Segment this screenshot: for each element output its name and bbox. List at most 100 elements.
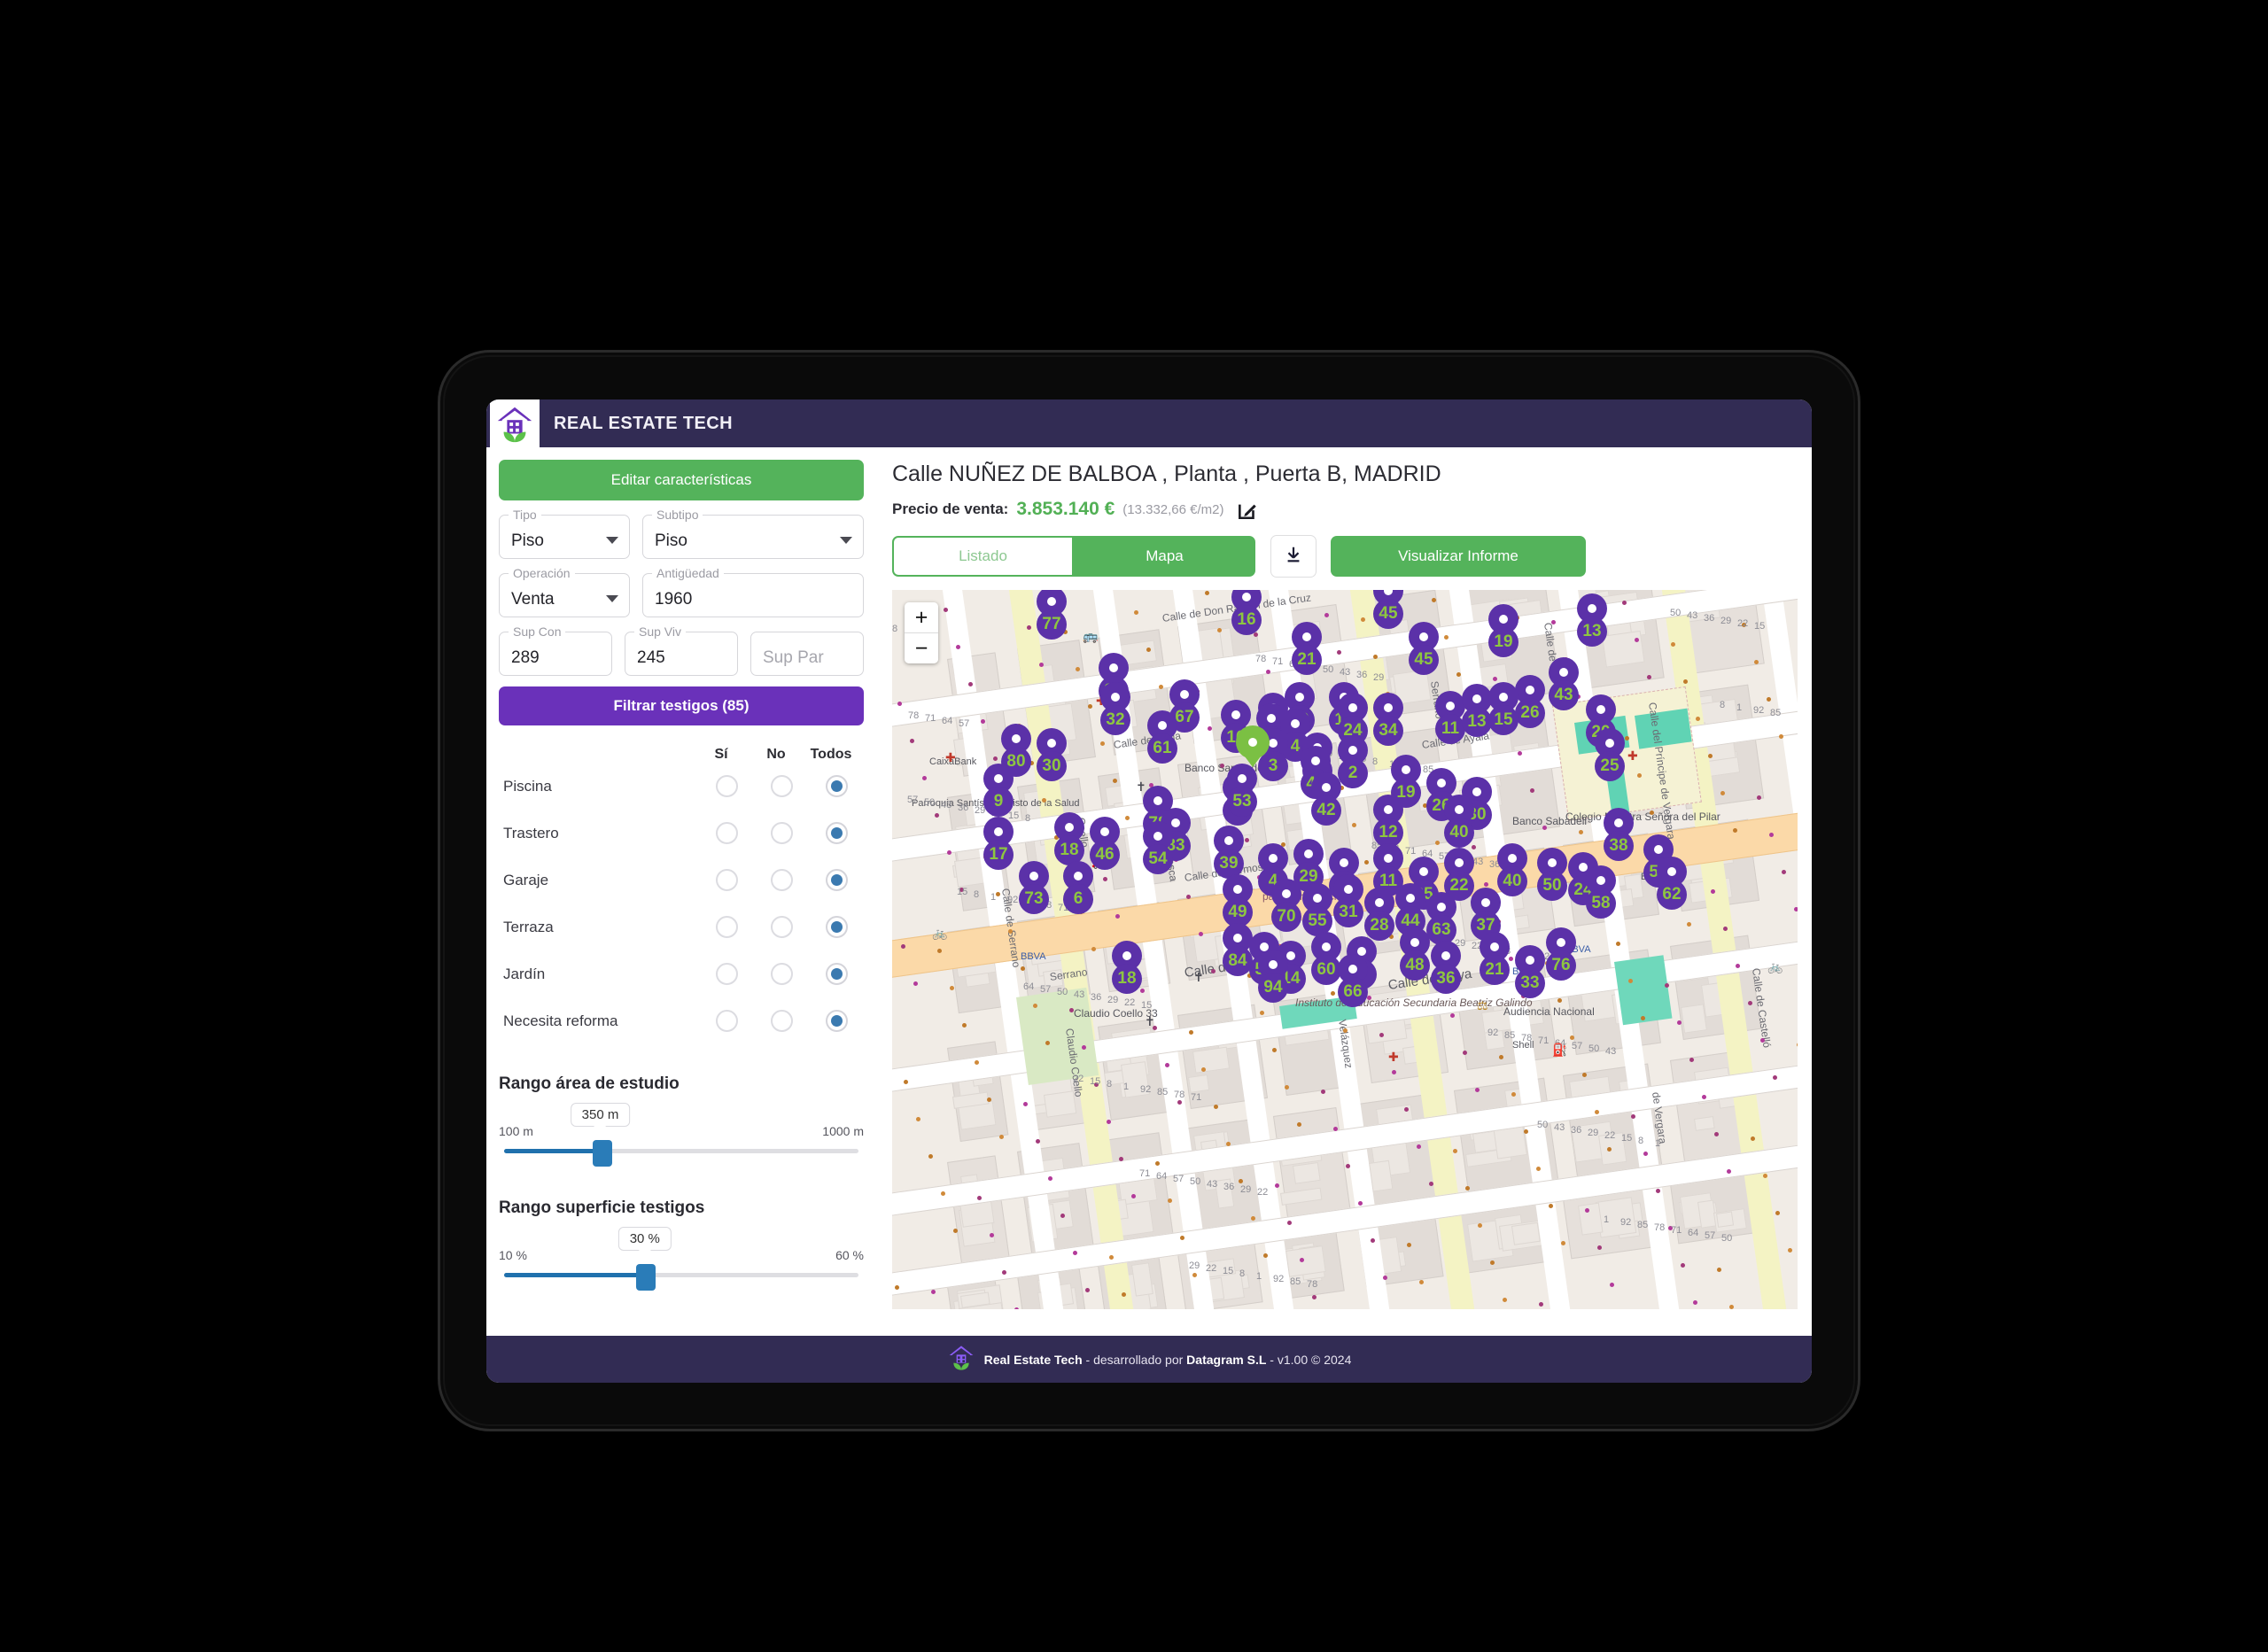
map-marker-pin[interactable]: 19 xyxy=(1391,755,1421,808)
slider-area-estudio[interactable]: 350 m 100 m 1000 m xyxy=(499,1103,864,1168)
map-marker-pin[interactable]: 77 xyxy=(1037,590,1067,640)
field-antiguedad[interactable]: Antigüedad 1960 xyxy=(642,565,864,617)
radio-terraza-todos[interactable] xyxy=(809,916,864,938)
field-sup-par[interactable]: Sup Par xyxy=(750,632,864,676)
map-marker-pin[interactable]: 39 xyxy=(1214,826,1244,879)
slider-superficie-testigos[interactable]: 30 % 10 % 60 % xyxy=(499,1227,864,1292)
map-marker-pin[interactable]: 24 xyxy=(1338,693,1368,746)
radio-jardin-no[interactable] xyxy=(754,963,809,985)
field-tipo[interactable]: Tipo Piso xyxy=(499,507,630,559)
map-marker-pin[interactable]: 80 xyxy=(1001,724,1031,777)
slider-area-knob[interactable] xyxy=(593,1140,613,1167)
map-marker-pin[interactable]: 76 xyxy=(1546,927,1576,981)
map-marker-pin[interactable]: 21 xyxy=(1480,932,1510,985)
map-marker-pin[interactable]: 22 xyxy=(1444,848,1474,901)
map-marker-pin[interactable]: 19 xyxy=(1488,604,1518,657)
map-marker-pin[interactable]: 11 xyxy=(1373,843,1403,896)
zoom-out-button[interactable]: − xyxy=(905,632,938,663)
slider-area-track[interactable] xyxy=(504,1149,858,1153)
map-canvas[interactable]: Calle de Don Ramón de la CruzCalle de Ay… xyxy=(892,590,1798,1309)
map-marker-pin[interactable]: 84 xyxy=(1223,923,1253,976)
radio-trastero-si[interactable] xyxy=(699,822,754,844)
map-marker-pin[interactable]: 16 xyxy=(1231,590,1262,635)
field-subtipo[interactable]: Subtipo Piso xyxy=(642,507,864,559)
edit-pencil-icon[interactable] xyxy=(1236,498,1259,521)
map-marker-pin[interactable]: 25 xyxy=(1595,728,1625,781)
radio-jardin-si[interactable] xyxy=(699,963,754,985)
map-marker-pin[interactable]: 33 xyxy=(1515,945,1545,998)
map-pin-subject-icon[interactable] xyxy=(1236,725,1270,767)
map-marker-pin[interactable]: 55 xyxy=(1302,883,1332,936)
map-marker-pin[interactable]: 15 xyxy=(1488,682,1518,735)
map-marker-pin[interactable]: 94 xyxy=(1258,950,1288,1003)
map-marker-pin[interactable]: 63 xyxy=(1426,892,1456,945)
visualizar-informe-button[interactable]: Visualizar Informe xyxy=(1331,536,1586,577)
radio-necesita-reforma-todos[interactable] xyxy=(809,1010,864,1032)
map-marker-pin[interactable]: 43 xyxy=(1549,657,1579,710)
map-marker-pin[interactable]: 44 xyxy=(1395,883,1425,936)
radio-piscina-no[interactable] xyxy=(754,775,809,797)
edit-characteristics-button[interactable]: Editar características xyxy=(499,460,864,500)
chevron-down-icon[interactable] xyxy=(606,537,618,544)
map-marker-pin[interactable]: 28 xyxy=(1364,888,1394,941)
map-marker-pin[interactable]: 60 xyxy=(1311,932,1341,985)
map-marker-pin[interactable]: 62 xyxy=(1657,857,1687,910)
field-operacion[interactable]: Operación Venta xyxy=(499,565,630,617)
map-marker-pin[interactable]: 46 xyxy=(1090,817,1120,870)
map-marker-pin[interactable]: 61 xyxy=(1147,710,1177,764)
radio-trastero-no[interactable] xyxy=(754,822,809,844)
map-marker-pin[interactable]: 53 xyxy=(1227,764,1257,817)
filter-testigos-button[interactable]: Filtrar testigos (85) xyxy=(499,686,864,725)
map-marker-pin[interactable]: 13 xyxy=(1462,684,1492,737)
map-marker-pin[interactable]: 38 xyxy=(1604,808,1634,861)
radio-garaje-si[interactable] xyxy=(699,869,754,891)
slider-surface-knob[interactable] xyxy=(636,1264,656,1291)
map-marker-pin[interactable]: 11 xyxy=(1435,691,1465,744)
map-marker-pin[interactable]: 54 xyxy=(1143,821,1173,874)
radio-terraza-si[interactable] xyxy=(699,916,754,938)
map-view[interactable]: Calle de Don Ramón de la CruzCalle de Ay… xyxy=(892,590,1798,1309)
radio-trastero-todos[interactable] xyxy=(809,822,864,844)
slider-surface-track[interactable] xyxy=(504,1273,858,1277)
zoom-in-button[interactable]: + xyxy=(905,602,938,632)
map-marker-pin[interactable]: 40 xyxy=(1444,795,1474,848)
map-marker-pin[interactable]: 34 xyxy=(1373,693,1403,746)
radio-terraza-no[interactable] xyxy=(754,916,809,938)
map-marker-pin[interactable]: 6 xyxy=(1063,861,1093,914)
map-marker-pin[interactable]: 21 xyxy=(1292,622,1322,675)
map-marker-pin[interactable]: 37 xyxy=(1471,888,1501,941)
map-marker-pin[interactable]: 73 xyxy=(1019,861,1049,914)
chevron-down-icon[interactable] xyxy=(606,595,618,602)
download-button[interactable] xyxy=(1270,535,1317,578)
map-marker-pin[interactable]: 36 xyxy=(1431,941,1461,994)
map-marker-pin[interactable]: 50 xyxy=(1537,848,1567,901)
tab-listado[interactable]: Listado xyxy=(892,536,1074,577)
map-marker-pin[interactable]: 18 xyxy=(1112,941,1142,994)
map-marker-pin[interactable]: 66 xyxy=(1338,954,1368,1007)
radio-necesita-reforma-no[interactable] xyxy=(754,1010,809,1032)
chevron-down-icon[interactable] xyxy=(840,537,852,544)
map-marker-pin[interactable]: 13 xyxy=(1577,593,1607,647)
map-marker-pin[interactable]: 48 xyxy=(1400,927,1430,981)
map-marker-pin[interactable]: 58 xyxy=(1586,865,1616,919)
field-sup-viv[interactable]: Sup Viv 245 xyxy=(625,624,738,676)
radio-piscina-si[interactable] xyxy=(699,775,754,797)
map-marker-pin[interactable]: 12 xyxy=(1373,795,1403,848)
map-marker-pin[interactable]: 17 xyxy=(983,817,1014,870)
map-marker-pin[interactable]: 70 xyxy=(1271,879,1301,932)
tab-mapa[interactable]: Mapa xyxy=(1074,536,1255,577)
map-marker-pin[interactable]: 26 xyxy=(1515,675,1545,728)
map-marker-pin[interactable]: 40 xyxy=(1497,843,1527,896)
radio-garaje-todos[interactable] xyxy=(809,869,864,891)
map-marker-pin[interactable]: 18 xyxy=(1054,812,1084,865)
map-marker-pin[interactable]: 30 xyxy=(1037,728,1067,781)
radio-piscina-todos[interactable] xyxy=(809,775,864,797)
map-marker-pin[interactable]: 29 xyxy=(1293,839,1324,892)
map-marker-pin[interactable]: 45 xyxy=(1373,590,1403,629)
field-sup-con[interactable]: Sup Con 289 xyxy=(499,624,612,676)
map-marker-pin[interactable]: 32 xyxy=(1100,682,1130,735)
map-zoom-controls[interactable]: + − xyxy=(905,602,938,663)
map-marker-pin[interactable]: 31 xyxy=(1333,874,1363,927)
map-marker-pin[interactable]: 49 xyxy=(1223,874,1253,927)
map-marker-pin[interactable]: 42 xyxy=(1311,772,1341,826)
